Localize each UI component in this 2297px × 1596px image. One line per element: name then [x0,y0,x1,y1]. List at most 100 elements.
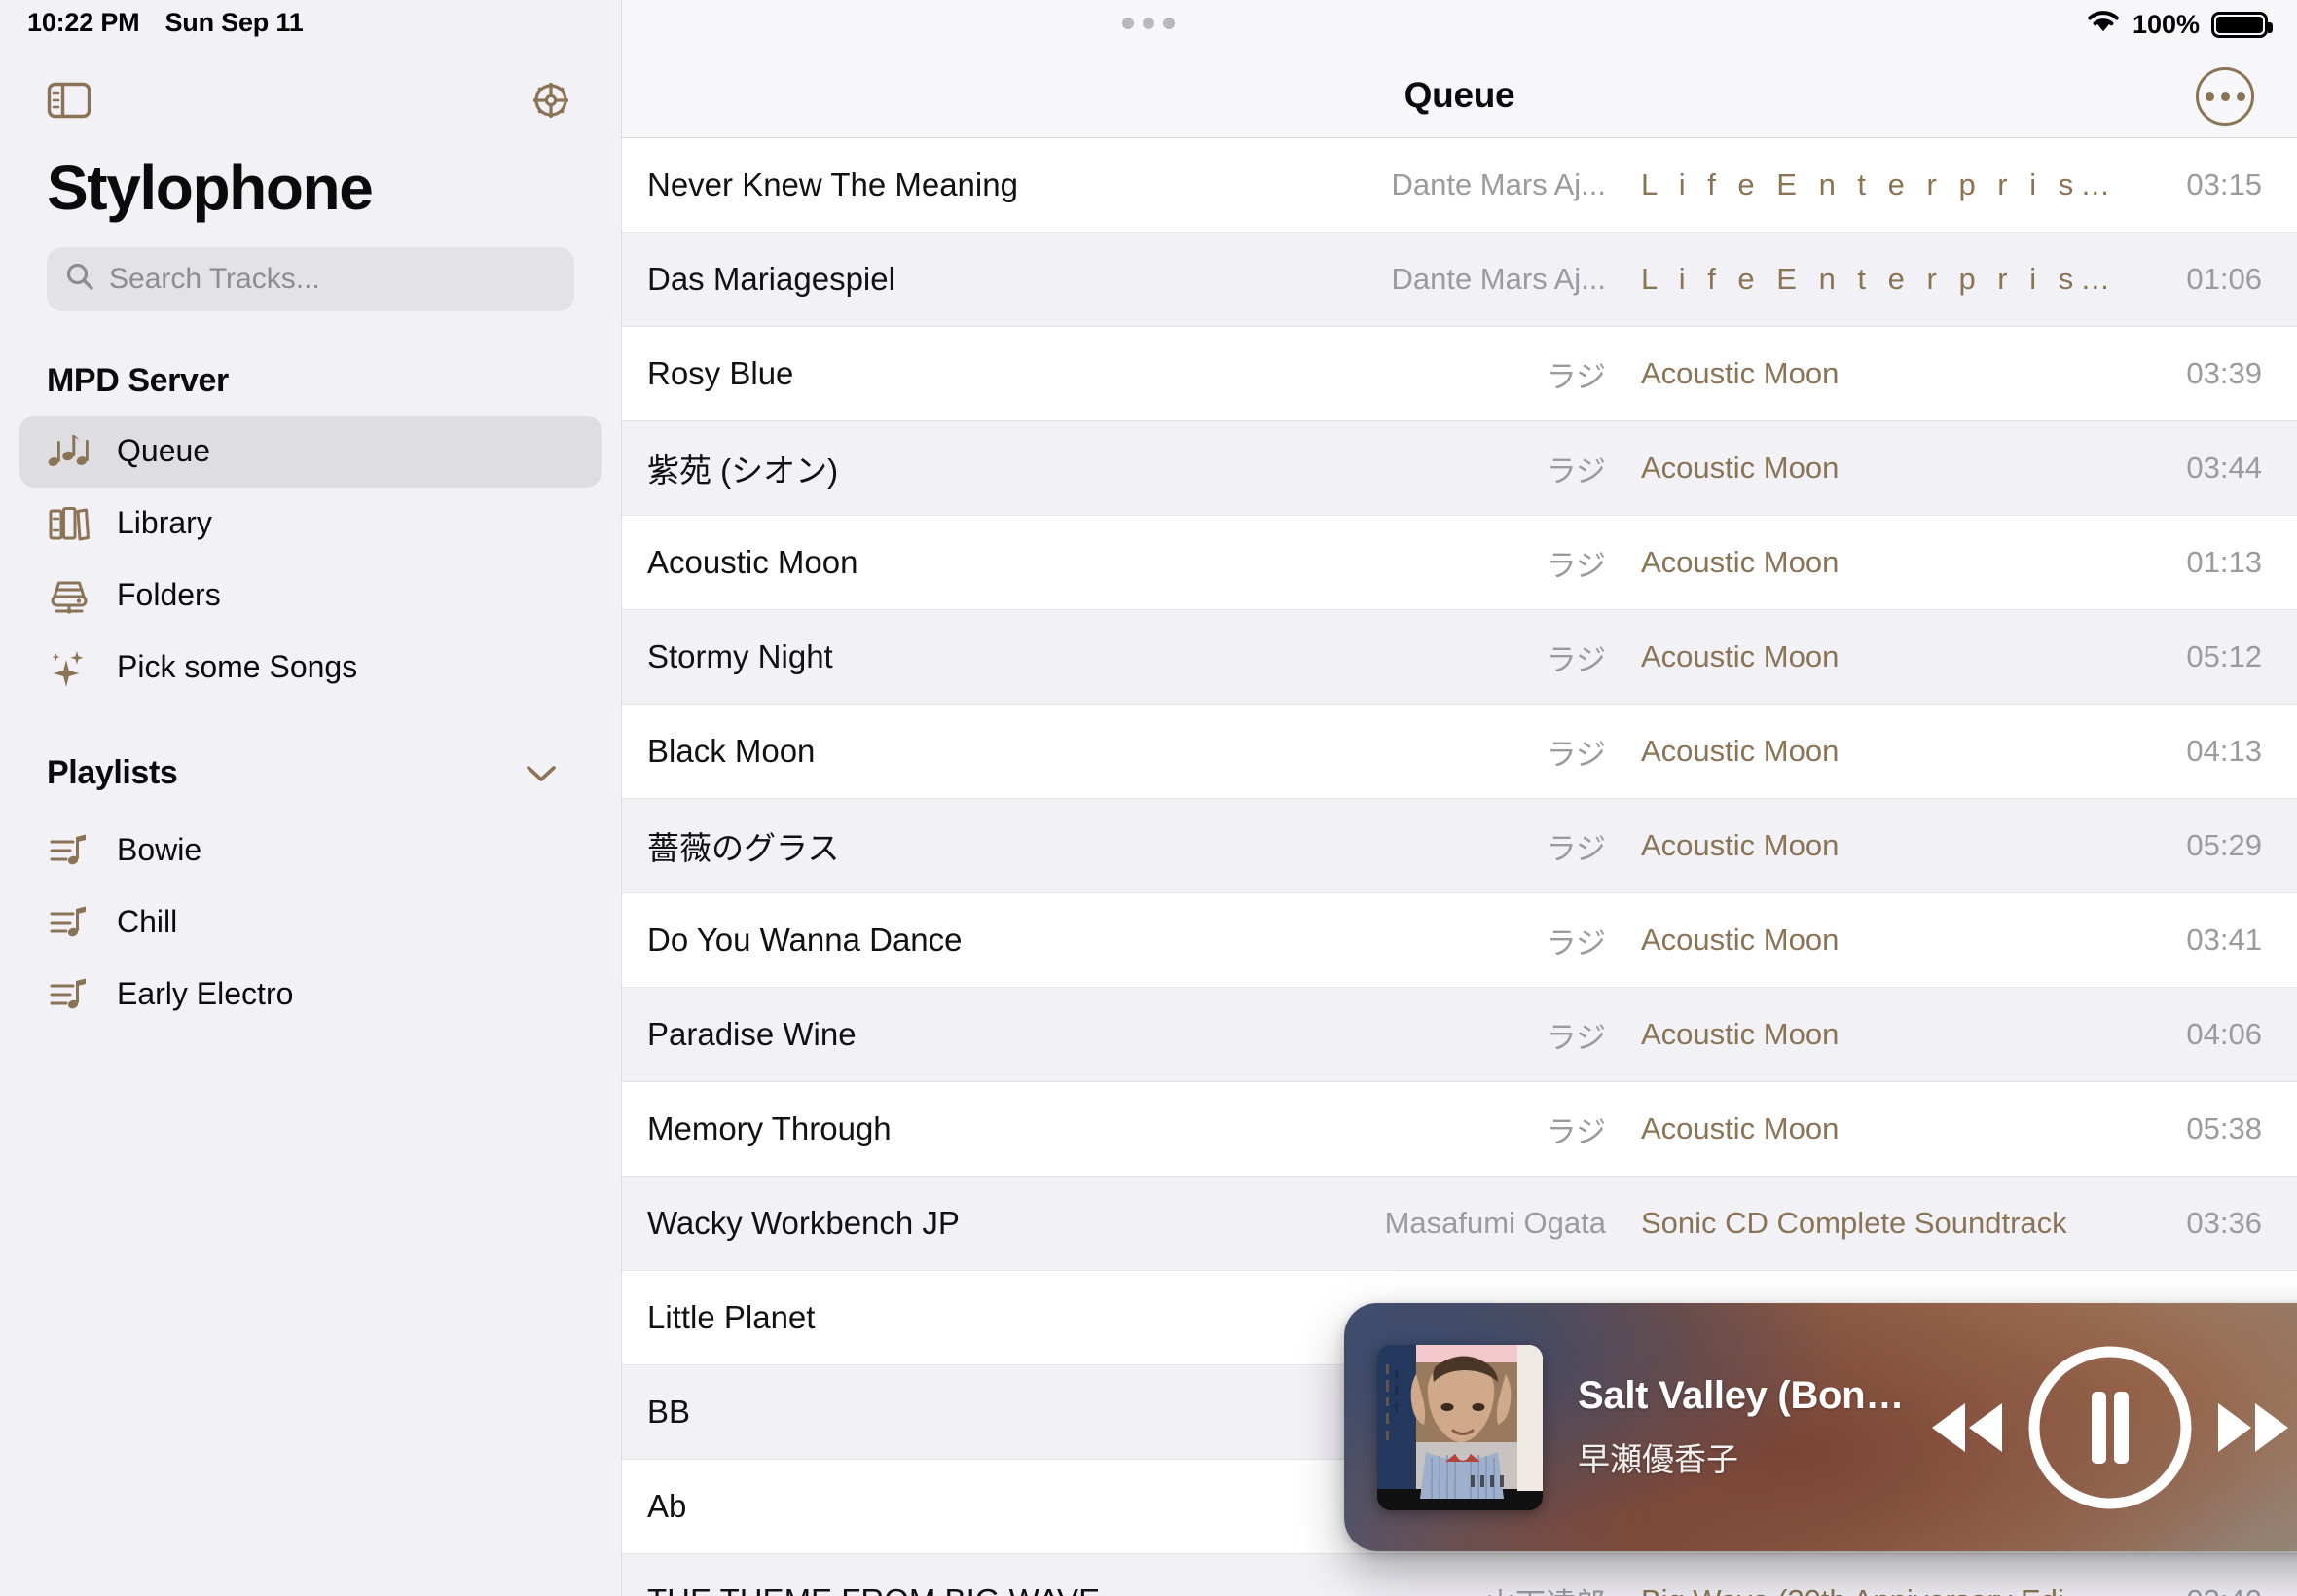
track-title: Little Planet [622,1299,1285,1336]
track-artist: ラジ [1285,352,1606,396]
track-album: Acoustic Moon [1606,545,2112,580]
mpd-server-heading: MPD Server [47,362,229,400]
chevron-down-icon[interactable] [522,754,561,793]
ipad-screen: 10:22 PM Sun Sep 11 100% [0,0,2297,1596]
track-title: 薔薇のグラス [622,822,1285,869]
track-title: Black Moon [622,733,1285,770]
track-artist: ラジ [1285,1107,1606,1151]
grabber-dot [1122,18,1134,29]
now-playing-info: Salt Valley (Bonus Track) 早瀬優香子 [1543,1374,1920,1480]
track-title: Ab [622,1488,1285,1525]
sidebar: Stylophone Search Tracks... MPD Server [0,0,621,1596]
sidebar-item-label: Pick some Songs [117,649,357,685]
music-notes-icon [47,431,91,472]
track-title: BB [622,1394,1285,1431]
table-row[interactable]: THE THEME FROM BIG WAVE山下達郎Big Wave (30t… [622,1554,2297,1596]
table-row[interactable]: Black MoonラジAcoustic Moon04:13 [622,705,2297,799]
server-rack-icon [47,575,91,616]
search-input[interactable]: Search Tracks... [47,247,574,311]
main-title: Queue [1404,75,1515,137]
rewind-icon[interactable] [1920,1394,2014,1462]
track-duration: 01:06 [2112,262,2297,297]
fast-forward-icon[interactable] [2206,1394,2297,1462]
sidebar-playlists: Bowie [0,799,621,1031]
sidebar-toggle-icon[interactable] [47,82,91,119]
sidebar-item-playlist-chill[interactable]: Chill [19,887,602,959]
track-title: Memory Through [622,1110,1285,1147]
section-header-mpd-server: MPD Server [0,311,621,406]
table-row[interactable]: Acoustic MoonラジAcoustic Moon01:13 [622,516,2297,610]
track-artist: ラジ [1285,730,1606,774]
sidebar-item-label: Early Electro [117,976,293,1012]
track-duration: 05:29 [2112,828,2297,863]
track-title: Stormy Night [622,638,1285,675]
track-duration: 04:06 [2112,1017,2297,1052]
table-row[interactable]: Paradise WineラジAcoustic Moon04:06 [622,988,2297,1082]
track-title: Acoustic Moon [622,544,1285,581]
transport-controls [1920,1337,2297,1518]
now-playing-artist: 早瀬優香子 [1578,1433,1920,1480]
sidebar-item-folders[interactable]: Folders [19,560,602,632]
playlist-icon [47,831,91,870]
track-duration: 05:38 [2112,1111,2297,1146]
track-artist: ラジ [1285,635,1606,679]
track-title: Never Knew The Meaning [622,166,1285,203]
sidebar-nav-mpd: Queue Libr [0,406,621,704]
table-row[interactable]: Wacky Workbench JPMasafumi OgataSonic CD… [622,1177,2297,1271]
table-row[interactable]: Memory ThroughラジAcoustic Moon05:38 [622,1082,2297,1177]
table-row[interactable]: Stormy NightラジAcoustic Moon05:12 [622,610,2297,705]
track-duration: 05:12 [2112,639,2297,674]
ellipsis-circle-icon[interactable] [2196,67,2254,126]
track-album: Acoustic Moon [1606,451,2112,486]
album-artwork[interactable] [1377,1345,1543,1510]
track-title: Wacky Workbench JP [622,1205,1285,1242]
search-icon [64,261,95,297]
track-album: L i f e E n t e r p r i s... [1606,262,2112,297]
track-album: Sonic CD Complete Soundtrack [1606,1206,2112,1241]
sidebar-item-queue[interactable]: Queue [19,416,602,488]
more-dot [2221,92,2230,101]
track-duration: 03:44 [2112,451,2297,486]
track-title: Rosy Blue [622,355,1285,392]
sidebar-item-library[interactable]: Library [19,488,602,560]
table-row[interactable]: Do You Wanna DanceラジAcoustic Moon03:41 [622,893,2297,988]
books-icon [47,503,91,544]
sidebar-item-pick-some-songs[interactable]: Pick some Songs [19,632,602,704]
page-title: Stylophone [0,144,621,224]
sidebar-item-playlist-bowie[interactable]: Bowie [19,815,602,887]
track-album: Acoustic Moon [1606,1111,2112,1146]
track-artist: ラジ [1285,1013,1606,1057]
playlist-icon [47,903,91,942]
track-album: L i f e E n t e r p r i s... [1606,167,2112,202]
track-album: Acoustic Moon [1606,734,2112,769]
table-row[interactable]: Never Knew The MeaningDante Mars Aj...L … [622,138,2297,233]
track-artist: ラジ [1285,541,1606,585]
table-row[interactable]: Das MariagespielDante Mars Aj...L i f e … [622,233,2297,327]
track-duration: 03:39 [2112,356,2297,391]
gear-icon[interactable] [528,77,574,124]
table-row[interactable]: Rosy BlueラジAcoustic Moon03:39 [622,327,2297,421]
track-album: Acoustic Moon [1606,828,2112,863]
table-row[interactable]: 薔薇のグラスラジAcoustic Moon05:29 [622,799,2297,893]
now-playing-title: Salt Valley (Bonus Track) [1578,1374,1920,1418]
track-artist: Masafumi Ogata [1285,1206,1606,1241]
playlists-heading: Playlists [47,754,177,792]
track-artist: ラジ [1285,919,1606,962]
track-album: Big Wave (30th Anniversary Edi [1606,1583,2112,1596]
sidebar-toolbar [0,56,621,144]
track-duration: 01:13 [2112,545,2297,580]
more-dot [2206,92,2214,101]
sidebar-item-label: Folders [117,577,221,613]
sparkles-icon [47,647,91,688]
grabber-dot [1143,18,1154,29]
track-duration: 03:15 [2112,167,2297,202]
track-album: Acoustic Moon [1606,356,2112,391]
more-dot [2237,92,2245,101]
now-playing-player[interactable]: Salt Valley (Bonus Track) 早瀬優香子 [1344,1303,2297,1551]
pause-icon[interactable] [2020,1337,2201,1518]
track-album: Acoustic Moon [1606,1017,2112,1052]
multitask-grabber[interactable] [1122,18,1175,29]
sidebar-item-playlist-early-electro[interactable]: Early Electro [19,959,602,1031]
track-title: 紫苑 (シオン) [622,445,1285,491]
table-row[interactable]: 紫苑 (シオン)ラジAcoustic Moon03:44 [622,421,2297,516]
